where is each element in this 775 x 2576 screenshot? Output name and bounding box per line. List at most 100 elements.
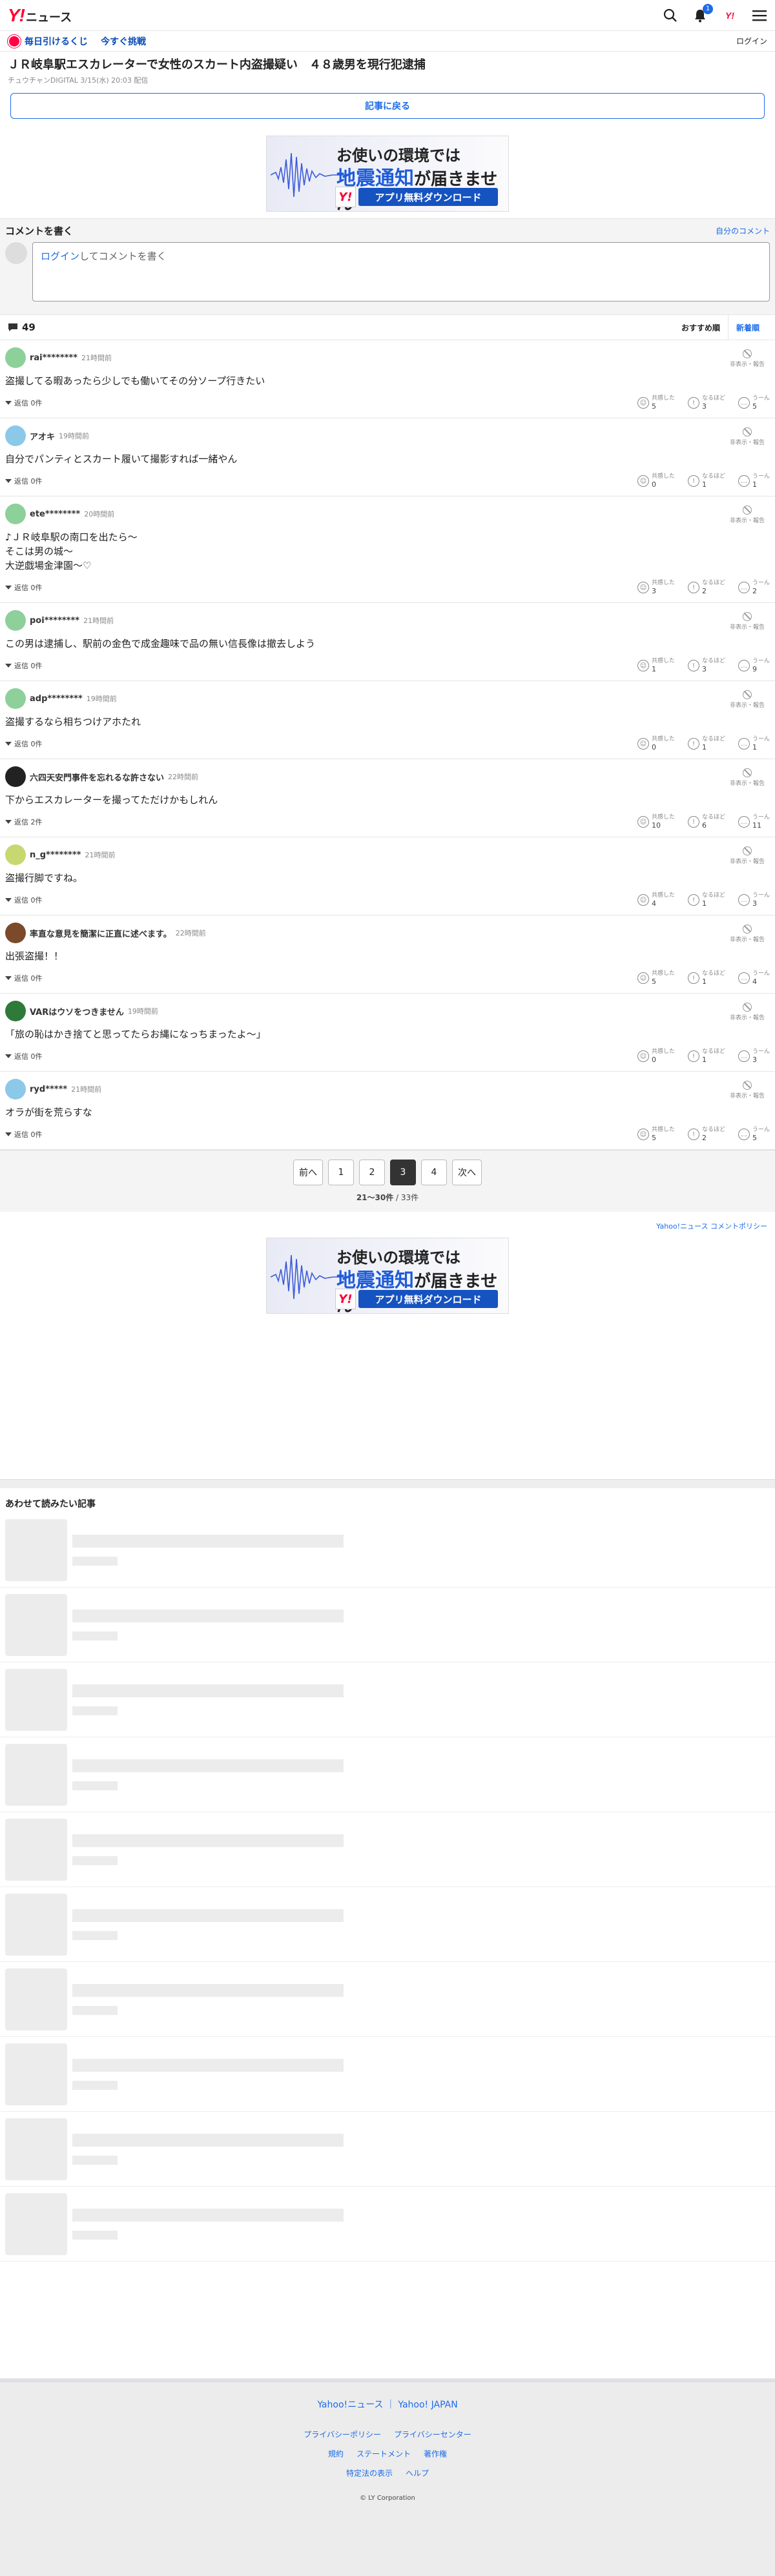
hide-report-button[interactable]: 非表示・報告 xyxy=(725,690,770,709)
article-placeholder[interactable] xyxy=(0,1968,775,2037)
back-to-article-button[interactable]: 記事に戻る xyxy=(10,93,765,119)
comment-input[interactable]: ログインしてコメントを書く xyxy=(32,242,770,302)
yahoo-news-logo[interactable]: Y! ニュース xyxy=(8,5,72,26)
menu-icon[interactable] xyxy=(752,8,767,23)
footer-link[interactable]: ステートメント xyxy=(356,2449,411,2458)
article-placeholder[interactable] xyxy=(0,1894,775,1962)
empathy-button[interactable]: ☺ 共感した 5 xyxy=(637,395,675,411)
user-avatar[interactable] xyxy=(5,1079,26,1099)
insight-button[interactable]: ! なるほど 1 xyxy=(687,1048,725,1064)
insight-button[interactable]: ! なるほど 3 xyxy=(687,395,725,411)
replies-toggle[interactable]: 返信 0件 xyxy=(5,398,43,408)
footer-link[interactable]: プライバシーセンター xyxy=(394,2430,471,2439)
insight-button[interactable]: ! なるほど 2 xyxy=(687,580,725,595)
hmm-button[interactable]: … うーん 2 xyxy=(738,580,770,595)
replies-toggle[interactable]: 返信 0件 xyxy=(5,1129,43,1140)
insight-button[interactable]: ! なるほど 3 xyxy=(687,658,725,673)
user-avatar[interactable] xyxy=(5,688,26,709)
sort-recommended-tab[interactable]: おすすめ順 xyxy=(674,314,728,340)
hmm-button[interactable]: … うーん 3 xyxy=(738,1048,770,1064)
user-avatar[interactable] xyxy=(5,923,26,943)
replies-toggle[interactable]: 返信 0件 xyxy=(5,973,43,983)
comment-username[interactable]: poi******** xyxy=(30,616,79,626)
comment-username[interactable]: 六四天安門事件を忘れるな許さない xyxy=(30,771,164,783)
article-placeholder[interactable] xyxy=(0,2193,775,2262)
empathy-button[interactable]: ☺ 共感した 3 xyxy=(637,580,675,595)
empathy-button[interactable]: ☺ 共感した 4 xyxy=(637,892,675,908)
user-avatar[interactable] xyxy=(5,1001,26,1021)
insight-button[interactable]: ! なるほど 2 xyxy=(687,1127,725,1142)
article-placeholder[interactable] xyxy=(0,1744,775,1812)
footer-yahoo-link[interactable]: Yahoo! JAPAN xyxy=(398,2400,457,2410)
user-avatar[interactable] xyxy=(5,504,26,524)
user-avatar[interactable] xyxy=(5,610,26,631)
empathy-button[interactable]: ☺ 共感した 0 xyxy=(637,1048,675,1064)
empathy-button[interactable]: ☺ 共感した 0 xyxy=(637,736,675,751)
user-avatar[interactable] xyxy=(5,766,26,787)
empathy-button[interactable]: ☺ 共感した 5 xyxy=(637,970,675,986)
insight-button[interactable]: ! なるほど 1 xyxy=(687,970,725,986)
empathy-button[interactable]: ☺ 共感した 0 xyxy=(637,473,675,489)
comment-username[interactable]: VARはウソをつきません xyxy=(30,1005,124,1017)
comment-username[interactable]: n_g******** xyxy=(30,850,81,860)
login-link-inline[interactable]: ログイン xyxy=(41,250,79,262)
empathy-button[interactable]: ☺ 共感した 1 xyxy=(637,658,675,673)
prev-page-button[interactable]: 前へ xyxy=(293,1160,323,1185)
empathy-button[interactable]: ☺ 共感した 5 xyxy=(637,1127,675,1142)
replies-toggle[interactable]: 返信 0件 xyxy=(5,739,43,749)
article-placeholder[interactable] xyxy=(0,2118,775,2187)
insight-button[interactable]: ! なるほど 1 xyxy=(687,892,725,908)
comment-username[interactable]: 率直な意見を簡潔に正直に述べます。 xyxy=(30,927,172,939)
ad-download-button[interactable]: アプリ無料ダウンロード xyxy=(358,188,498,206)
comment-username[interactable]: ryd***** xyxy=(30,1085,67,1094)
hide-report-button[interactable]: 非表示・報告 xyxy=(725,427,770,446)
replies-toggle[interactable]: 返信 2件 xyxy=(5,817,43,827)
replies-toggle[interactable]: 返信 0件 xyxy=(5,895,43,905)
footer-link[interactable]: プライバシーポリシー xyxy=(304,2430,381,2439)
hmm-button[interactable]: … うーん 4 xyxy=(738,970,770,986)
user-avatar[interactable] xyxy=(5,425,26,446)
ad-banner[interactable]: お使いの環境では 地震通知が届きません Y! アプリ無料ダウンロード xyxy=(266,136,509,212)
article-placeholder[interactable] xyxy=(0,1819,775,1887)
hide-report-button[interactable]: 非表示・報告 xyxy=(725,846,770,865)
hide-report-button[interactable]: 非表示・報告 xyxy=(725,349,770,368)
hide-report-button[interactable]: 非表示・報告 xyxy=(725,1003,770,1021)
hide-report-button[interactable]: 非表示・報告 xyxy=(725,925,770,943)
footer-news-link[interactable]: Yahoo!ニュース xyxy=(317,2400,383,2410)
ad-download-button[interactable]: アプリ無料ダウンロード xyxy=(358,1290,498,1308)
hmm-button[interactable]: … うーん 1 xyxy=(738,736,770,751)
article-placeholder[interactable] xyxy=(0,1669,775,1737)
comment-policy-link[interactable]: Yahoo!ニュース コメントポリシー xyxy=(0,1212,775,1238)
login-link[interactable]: ログイン xyxy=(736,36,767,46)
hmm-button[interactable]: … うーん 3 xyxy=(738,892,770,908)
page-4-button[interactable]: 4 xyxy=(421,1160,447,1185)
page-1-button[interactable]: 1 xyxy=(328,1160,354,1185)
footer-link[interactable]: 著作権 xyxy=(424,2449,447,2458)
next-page-button[interactable]: 次へ xyxy=(452,1160,482,1185)
user-avatar[interactable] xyxy=(5,844,26,865)
lottery-label[interactable]: 毎日引けるくじ xyxy=(25,35,88,48)
article-placeholder[interactable] xyxy=(0,1519,775,1588)
insight-button[interactable]: ! なるほど 6 xyxy=(687,814,725,830)
article-placeholder[interactable] xyxy=(0,1594,775,1662)
hmm-button[interactable]: … うーん 5 xyxy=(738,1127,770,1142)
insight-button[interactable]: ! なるほど 1 xyxy=(687,473,725,489)
insight-button[interactable]: ! なるほど 1 xyxy=(687,736,725,751)
lottery-strip[interactable]: 毎日引けるくじ 今すぐ挑戦 ログイン xyxy=(0,31,775,52)
empathy-button[interactable]: ☺ 共感した 10 xyxy=(637,814,675,830)
replies-toggle[interactable]: 返信 0件 xyxy=(5,1051,43,1061)
replies-toggle[interactable]: 返信 0件 xyxy=(5,660,43,671)
hide-report-button[interactable]: 非表示・報告 xyxy=(725,506,770,524)
footer-link[interactable]: 規約 xyxy=(328,2449,344,2458)
comment-username[interactable]: rai******** xyxy=(30,353,78,363)
footer-link[interactable]: ヘルプ xyxy=(406,2469,429,2478)
hmm-button[interactable]: … うーん 9 xyxy=(738,658,770,673)
replies-toggle[interactable]: 返信 0件 xyxy=(5,476,43,486)
search-icon[interactable] xyxy=(663,8,678,23)
own-comments-link[interactable]: 自分のコメント xyxy=(716,225,770,236)
yahoo-japan-icon[interactable]: Y! xyxy=(722,8,738,23)
replies-toggle[interactable]: 返信 0件 xyxy=(5,582,43,593)
try-now-link[interactable]: 今すぐ挑戦 xyxy=(101,35,146,48)
comment-username[interactable]: adp******** xyxy=(30,694,83,704)
comment-username[interactable]: ete******** xyxy=(30,509,80,519)
